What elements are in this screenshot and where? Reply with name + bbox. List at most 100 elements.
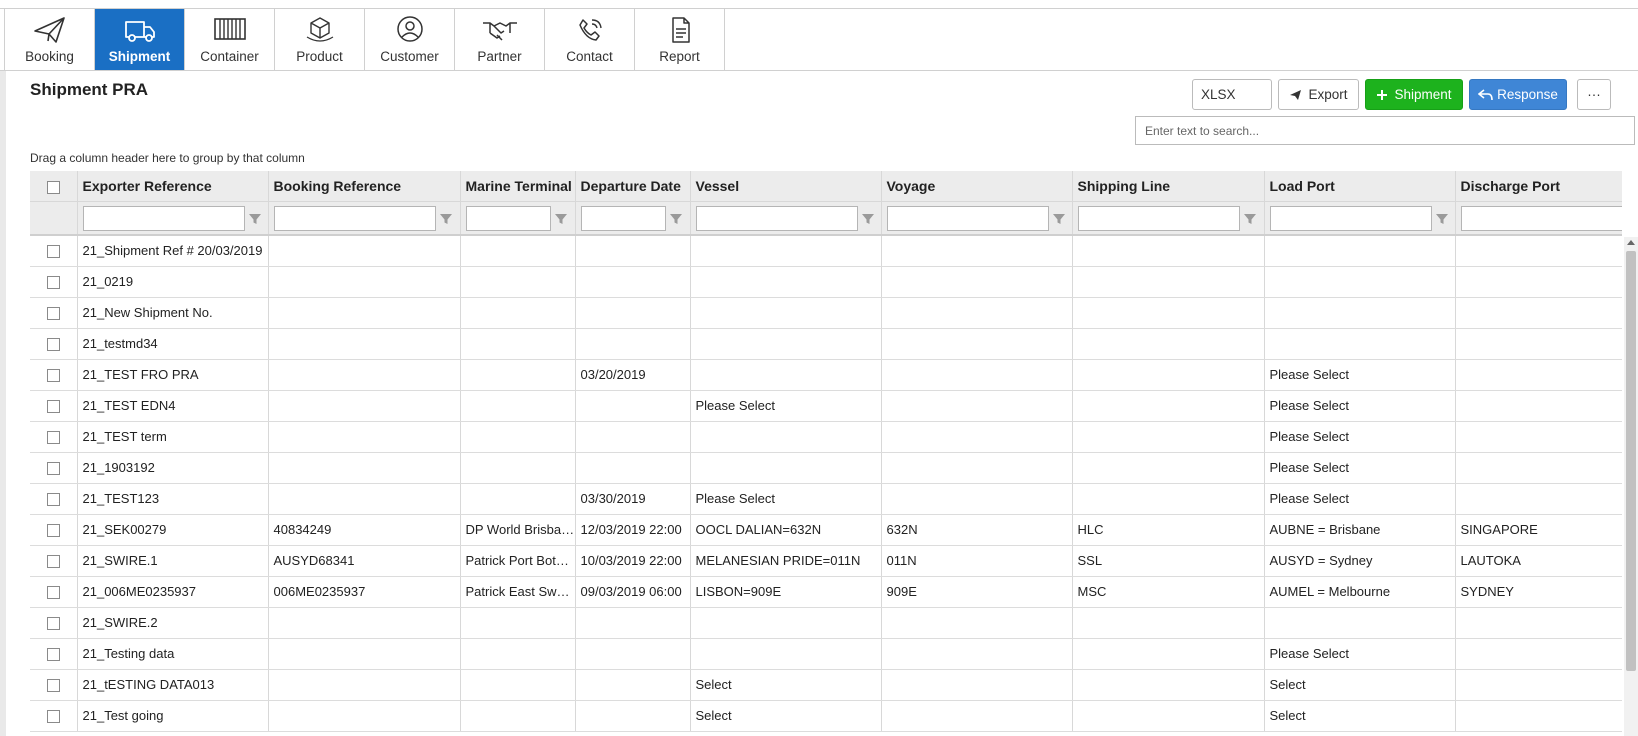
table-cell[interactable] <box>690 266 882 298</box>
table-cell[interactable] <box>268 266 461 298</box>
table-cell[interactable] <box>575 700 691 732</box>
table-cell[interactable] <box>1072 669 1265 701</box>
column-header-load-port[interactable]: Load Port <box>1264 171 1456 202</box>
table-cell[interactable] <box>690 235 882 267</box>
scroll-up-arrow-icon[interactable] <box>1627 240 1635 245</box>
table-cell[interactable] <box>1455 390 1622 422</box>
table-cell[interactable]: 21_SWIRE.1 <box>77 545 269 577</box>
table-cell[interactable] <box>460 669 576 701</box>
add-shipment-button[interactable]: Shipment <box>1365 79 1463 110</box>
column-header-booking-reference[interactable]: Booking Reference <box>268 171 461 202</box>
table-cell[interactable] <box>690 359 882 391</box>
table-row[interactable]: 21_tESTING DATA013 Select Select <box>30 669 1622 701</box>
row-checkbox[interactable] <box>46 276 60 290</box>
table-cell[interactable] <box>575 669 691 701</box>
table-cell[interactable]: Please Select <box>1264 359 1456 391</box>
table-cell[interactable] <box>575 235 691 267</box>
column-header-shipping-line[interactable]: Shipping Line <box>1072 171 1265 202</box>
table-cell[interactable] <box>690 421 882 453</box>
table-cell[interactable] <box>268 638 461 670</box>
table-cell[interactable] <box>881 607 1073 639</box>
table-cell[interactable] <box>1455 266 1622 298</box>
table-cell[interactable] <box>1455 607 1622 639</box>
table-cell[interactable]: 21_SEK00279 <box>77 514 269 546</box>
table-cell[interactable]: AUSYD = Sydney <box>1264 545 1456 577</box>
table-cell[interactable] <box>575 266 691 298</box>
table-cell[interactable] <box>1072 297 1265 329</box>
table-cell[interactable] <box>460 700 576 732</box>
table-cell[interactable] <box>575 390 691 422</box>
table-cell[interactable]: Please Select <box>1264 421 1456 453</box>
response-button[interactable]: Response <box>1469 79 1567 110</box>
table-cell[interactable] <box>460 390 576 422</box>
column-header-exporter-reference[interactable]: Exporter Reference <box>77 171 269 202</box>
table-cell[interactable]: Select <box>1264 700 1456 732</box>
table-cell[interactable]: 40834249 <box>268 514 461 546</box>
table-cell[interactable]: LISBON=909E <box>690 576 882 608</box>
table-cell[interactable] <box>1455 297 1622 329</box>
select-all-checkbox[interactable] <box>46 180 60 194</box>
row-checkbox[interactable] <box>46 493 60 507</box>
table-cell[interactable]: 21_0219 <box>77 266 269 298</box>
table-cell[interactable] <box>268 235 461 267</box>
filter-input-load-port[interactable] <box>1269 206 1432 232</box>
filter-input-voyage[interactable] <box>886 206 1049 232</box>
table-cell[interactable]: Please Select <box>1264 452 1456 484</box>
table-cell[interactable] <box>1455 452 1622 484</box>
table-cell[interactable]: 21_SWIRE.2 <box>77 607 269 639</box>
table-row[interactable]: 21_Test going Select Select <box>30 700 1622 732</box>
table-cell[interactable] <box>690 297 882 329</box>
table-cell[interactable]: Select <box>1264 669 1456 701</box>
filter-input-vessel[interactable] <box>695 206 858 232</box>
table-cell[interactable] <box>1264 607 1456 639</box>
row-checkbox[interactable] <box>46 400 60 414</box>
table-cell[interactable] <box>1455 669 1622 701</box>
table-row[interactable]: 21_1903192 Please Select <box>30 452 1622 484</box>
table-cell[interactable] <box>460 452 576 484</box>
table-row[interactable]: 21_0219 <box>30 266 1622 298</box>
table-cell[interactable]: MSC <box>1072 576 1265 608</box>
row-checkbox[interactable] <box>46 555 60 569</box>
table-cell[interactable]: 21_tESTING DATA013 <box>77 669 269 701</box>
table-cell[interactable]: 909E <box>881 576 1073 608</box>
table-cell[interactable] <box>881 297 1073 329</box>
table-cell[interactable] <box>1072 235 1265 267</box>
table-cell[interactable] <box>690 328 882 360</box>
row-checkbox[interactable] <box>46 462 60 476</box>
row-checkbox[interactable] <box>46 307 60 321</box>
scrollbar-thumb[interactable] <box>1626 251 1636 671</box>
table-cell[interactable]: Please Select <box>1264 638 1456 670</box>
table-cell[interactable]: 21_Shipment Ref # 20/03/2019 <box>77 235 269 267</box>
format-select[interactable]: XLSX <box>1192 79 1272 110</box>
table-cell[interactable] <box>575 607 691 639</box>
row-checkbox[interactable] <box>46 245 60 259</box>
table-cell[interactable] <box>881 669 1073 701</box>
table-cell[interactable]: 21_TEST FRO PRA <box>77 359 269 391</box>
table-cell[interactable] <box>1264 328 1456 360</box>
table-cell[interactable] <box>1455 328 1622 360</box>
table-cell[interactable] <box>1455 235 1622 267</box>
table-cell[interactable]: 21_TEST EDN4 <box>77 390 269 422</box>
table-cell[interactable] <box>460 421 576 453</box>
table-row[interactable]: 21_New Shipment No. <box>30 297 1622 329</box>
table-cell[interactable] <box>268 483 461 515</box>
table-cell[interactable] <box>460 297 576 329</box>
table-cell[interactable]: 10/03/2019 22:00 <box>575 545 691 577</box>
nav-contact[interactable]: Contact <box>545 9 635 71</box>
table-cell[interactable]: DP World Brisbane <box>460 514 576 546</box>
nav-customer[interactable]: Customer <box>365 9 455 71</box>
table-cell[interactable] <box>575 452 691 484</box>
table-cell[interactable] <box>460 607 576 639</box>
table-row[interactable]: 21_SWIRE.1 AUSYD68341 Patrick Port Botany 1… <box>30 545 1622 577</box>
table-cell[interactable]: Patrick Port Botany <box>460 545 576 577</box>
column-header-voyage[interactable]: Voyage <box>881 171 1073 202</box>
filter-icon[interactable] <box>439 212 453 226</box>
table-cell[interactable]: 03/30/2019 <box>575 483 691 515</box>
table-cell[interactable] <box>1264 235 1456 267</box>
table-cell[interactable] <box>881 452 1073 484</box>
row-checkbox[interactable] <box>46 679 60 693</box>
table-row[interactable]: 21_testmd34 <box>30 328 1622 360</box>
table-cell[interactable] <box>1072 700 1265 732</box>
table-cell[interactable] <box>1072 483 1265 515</box>
table-cell[interactable]: SSL <box>1072 545 1265 577</box>
